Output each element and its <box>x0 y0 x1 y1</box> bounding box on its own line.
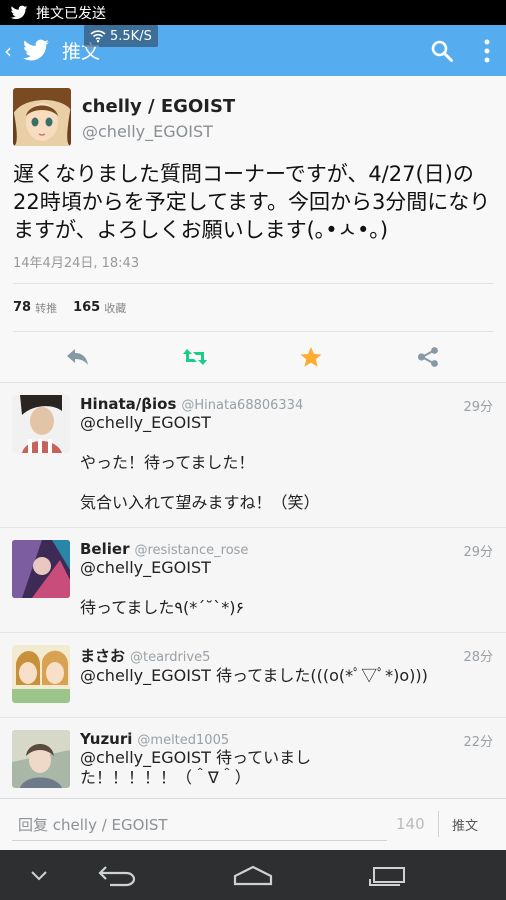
action-bar: ‹ 推文 <box>0 25 506 76</box>
favorite-count[interactable]: 165 <box>73 300 100 315</box>
reply-text-line: ​ <box>80 473 494 493</box>
reply-text-line: ​ <box>80 578 494 598</box>
back-chevron-icon[interactable]: ‹ <box>4 39 18 63</box>
notification-text: 推文已发送 <box>36 5 106 22</box>
reply-author-name[interactable]: Belier <box>80 540 129 558</box>
net-speed-text: 5.5K/S <box>110 28 152 44</box>
reply-author-name[interactable]: まさお <box>80 645 125 666</box>
wifi-icon <box>90 30 106 43</box>
system-navigation-bar <box>0 850 506 900</box>
status-bar: 推文已发送 <box>0 0 506 25</box>
nav-recents-icon[interactable] <box>368 863 408 887</box>
reply-author-handle[interactable]: @resistance_rose <box>134 543 248 558</box>
twitter-bird-icon <box>10 5 28 19</box>
overflow-menu-icon[interactable] <box>480 38 494 64</box>
avatar[interactable] <box>13 88 71 146</box>
reply-text-line[interactable]: @chelly_EGOIST <box>80 558 494 578</box>
reply-text-line: 気合い入れて望みますね！（笑） <box>80 493 320 512</box>
tweet-timestamp: 14年4月24日, 18:43 <box>13 252 493 284</box>
reply-input[interactable] <box>12 809 387 841</box>
list-item[interactable]: Belier @resistance_rose @chelly_EGOIST ​… <box>0 528 506 633</box>
reply-time: 29分 <box>463 545 493 560</box>
favorite-star-icon[interactable] <box>298 346 324 368</box>
divider <box>438 811 439 837</box>
nav-home-icon[interactable] <box>232 864 274 886</box>
reply-author-handle[interactable]: @Hinata68806334 <box>181 398 303 413</box>
tweet-stats: 78 转推 165 收藏 <box>13 284 493 332</box>
avatar[interactable] <box>12 395 70 453</box>
nav-down-icon[interactable] <box>28 867 50 883</box>
tweet-text: 遅くなりました質問コーナーですが、4/27(日)の22時頃からを予定してます。今… <box>13 162 491 242</box>
reply-icon[interactable] <box>65 346 91 368</box>
reply-time: 28分 <box>463 650 493 665</box>
reply-author-name[interactable]: Yuzuri <box>80 730 132 748</box>
nav-back-icon[interactable] <box>98 863 138 887</box>
avatar[interactable] <box>12 540 70 598</box>
reply-author-handle[interactable]: @melted1005 <box>137 733 229 748</box>
avatar[interactable] <box>12 730 70 788</box>
reply-text-line[interactable]: @chelly_EGOIST 待っていまし <box>80 748 494 768</box>
share-icon[interactable] <box>415 346 441 368</box>
author-name[interactable]: chelly / EGOIST <box>82 96 235 117</box>
tweet-author[interactable]: chelly / EGOIST @chelly_EGOIST <box>13 88 493 146</box>
tweet-detail-scroll[interactable]: chelly / EGOIST @chelly_EGOIST 遅くなりました質問… <box>0 76 506 798</box>
character-counter: 140 <box>396 815 425 833</box>
retweet-count-label: 转推 <box>35 301 58 315</box>
tweet-actions <box>0 332 506 383</box>
avatar[interactable] <box>12 645 70 703</box>
list-item[interactable]: まさお @teardrive5 @chelly_EGOIST 待ってました(((… <box>0 633 506 718</box>
reply-time: 22分 <box>463 735 493 750</box>
list-item[interactable]: Hinata/βios @Hinata68806334 @chelly_EGOI… <box>0 383 506 528</box>
reply-author-name[interactable]: Hinata/βios <box>80 395 176 413</box>
twitter-logo-icon[interactable] <box>22 39 50 63</box>
reply-composer: 140 推文 <box>0 798 506 850</box>
network-speed-overlay: 5.5K/S <box>84 25 158 47</box>
reply-time: 29分 <box>463 400 493 415</box>
reply-text-line: ​ <box>80 433 494 453</box>
reply-text-line: 待ってました٩(*´˘`*)۶ <box>80 598 245 617</box>
retweet-icon[interactable] <box>182 346 208 368</box>
retweet-count[interactable]: 78 <box>13 300 31 315</box>
reply-text-line[interactable]: @chelly_EGOIST <box>80 413 494 433</box>
search-icon[interactable] <box>430 39 454 63</box>
reply-text-line: やった！待ってました！ <box>80 453 255 472</box>
author-handle[interactable]: @chelly_EGOIST <box>82 122 235 141</box>
favorite-count-label: 收藏 <box>104 301 127 315</box>
tweet-detail: chelly / EGOIST @chelly_EGOIST 遅くなりました質問… <box>0 76 506 383</box>
reply-text-line[interactable]: @chelly_EGOIST 待ってました(((o(*ﾟ▽ﾟ*)o))) <box>80 666 494 686</box>
send-tweet-button[interactable]: 推文 <box>452 815 478 834</box>
reply-author-handle[interactable]: @teardrive5 <box>130 650 210 665</box>
reply-text-line: た！！！！！（＾∇＾） <box>80 768 251 787</box>
list-item[interactable]: Yuzuri @melted1005 @chelly_EGOIST 待っていまし… <box>0 718 506 798</box>
